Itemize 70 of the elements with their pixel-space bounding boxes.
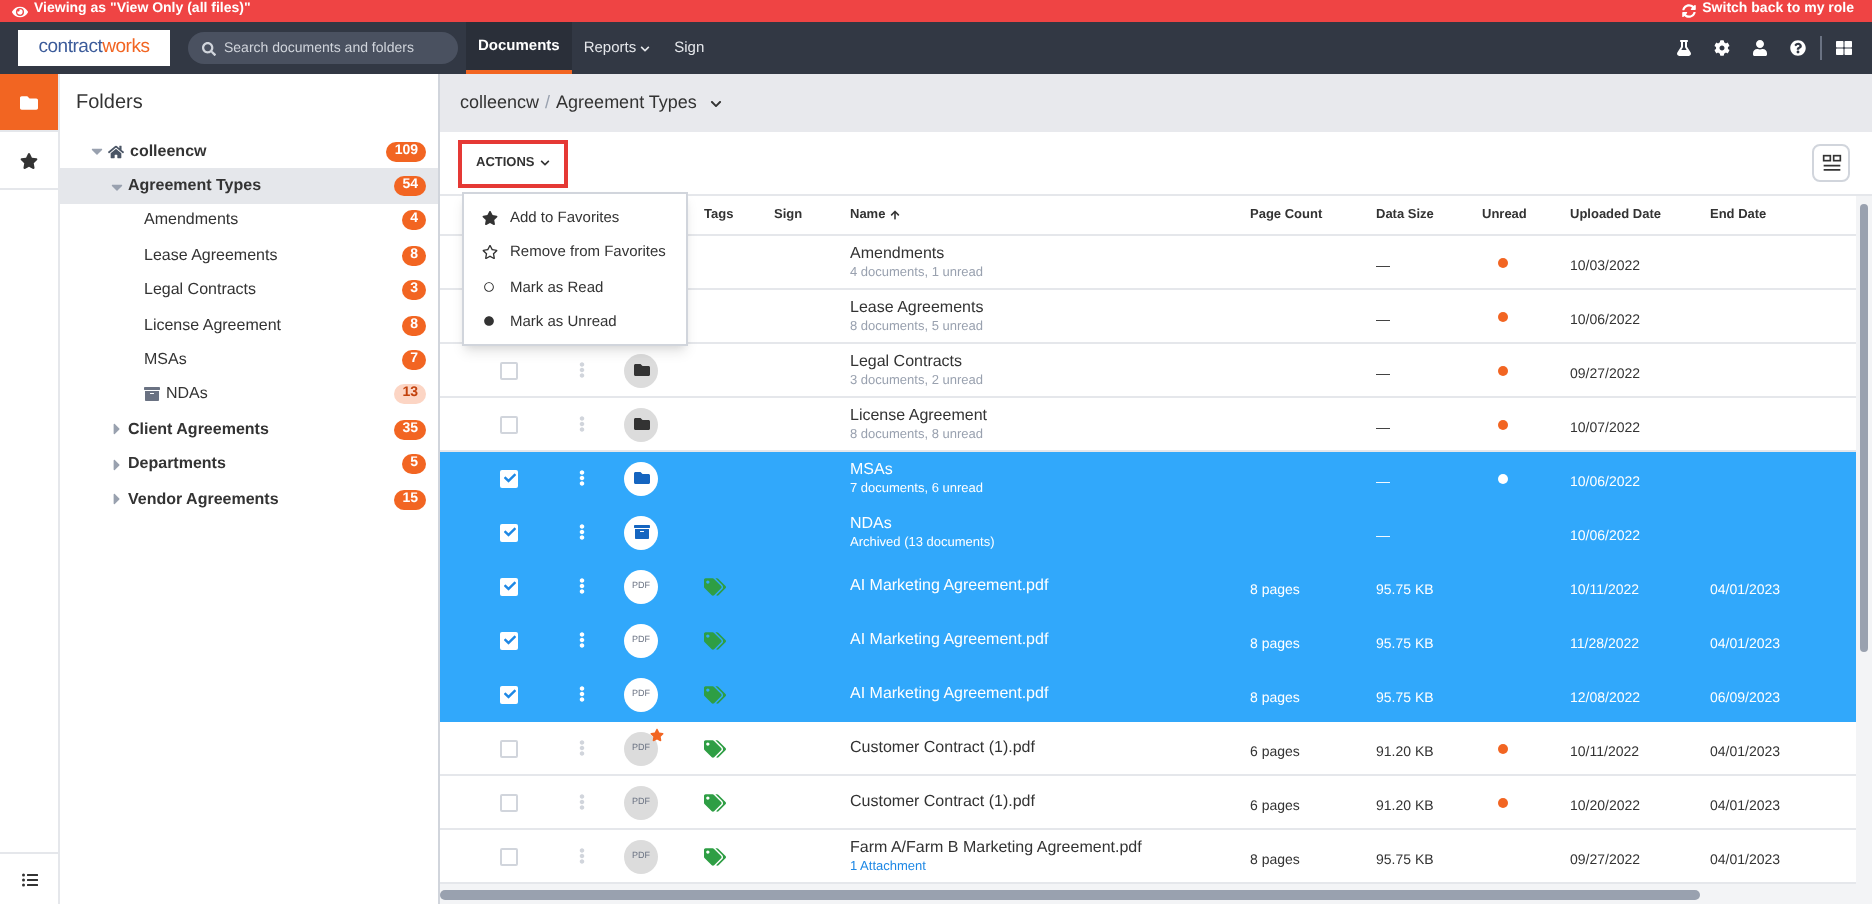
folder-name: Vendor Agreements	[128, 487, 279, 512]
settings-icon[interactable]	[1714, 40, 1730, 56]
folder-name: NDAs	[166, 382, 208, 407]
row-checkbox[interactable]	[500, 577, 518, 595]
row-checkbox[interactable]	[500, 793, 518, 811]
star-icon	[20, 151, 38, 169]
more-options-icon[interactable]	[574, 632, 590, 648]
breadcrumb-link[interactable]: Agreement Types	[556, 89, 697, 117]
folder-name: colleencw	[130, 139, 207, 164]
folder-name: Departments	[128, 452, 226, 477]
folder-name: Amendments	[144, 208, 239, 233]
more-options-icon[interactable]	[574, 362, 590, 378]
apps-grid-icon[interactable]	[1836, 40, 1852, 56]
user-icon[interactable]	[1752, 40, 1768, 56]
folder-icon	[624, 461, 658, 495]
flask-icon[interactable]	[1676, 40, 1692, 56]
layout-toggle-button[interactable]	[1812, 144, 1850, 182]
row-checkbox[interactable]	[500, 523, 518, 541]
more-options-icon[interactable]	[574, 686, 590, 702]
folder-icon	[624, 407, 658, 441]
breadcrumb-link[interactable]: colleencw	[460, 89, 540, 117]
panel-title: Folders	[76, 90, 143, 118]
folder-name: Agreement Types	[128, 174, 262, 199]
horizontal-scrollbar[interactable]	[440, 884, 1856, 904]
item-name[interactable]: Legal Contracts	[850, 351, 1240, 371]
circle-outline-icon	[484, 281, 494, 292]
more-options-icon[interactable]	[574, 470, 590, 486]
folder-name: Client Agreements	[128, 417, 269, 442]
more-options-icon[interactable]	[574, 848, 590, 864]
item-name[interactable]: Farm A/Farm B Marketing Agreement.pdf	[850, 837, 1240, 857]
archive-icon	[144, 386, 160, 403]
folder-name: Legal Contracts	[144, 278, 257, 303]
list-icon[interactable]	[21, 871, 37, 887]
folder-name: License Agreement	[144, 313, 281, 338]
item-name[interactable]: Lease Agreements	[850, 297, 1240, 317]
breadcrumb-separator: /	[545, 89, 551, 116]
search-icon	[202, 41, 216, 55]
archive-icon	[624, 515, 658, 549]
row-checkbox[interactable]	[500, 469, 518, 487]
chevron-down-icon[interactable]	[710, 97, 723, 109]
star-icon	[481, 209, 497, 226]
more-options-icon[interactable]	[574, 524, 590, 540]
chevron-down-icon	[540, 158, 551, 168]
eye-icon	[12, 3, 28, 19]
item-name[interactable]: Customer Contract (1).pdf	[850, 792, 1240, 812]
more-options-icon[interactable]	[574, 578, 590, 594]
row-checkbox[interactable]	[500, 739, 518, 757]
folder-icon	[20, 93, 38, 111]
home-icon	[108, 143, 124, 160]
row-checkbox[interactable]	[500, 361, 518, 379]
row-checkbox[interactable]	[500, 685, 518, 703]
vertical-scrollbar[interactable]	[1856, 196, 1872, 904]
chevron-down-icon	[640, 43, 651, 53]
item-name[interactable]: Amendments	[850, 243, 1240, 263]
layout-icon	[1821, 153, 1841, 173]
more-options-icon[interactable]	[574, 794, 590, 810]
row-checkbox[interactable]	[500, 631, 518, 649]
folder-name: MSAs	[144, 348, 187, 373]
star-outline-icon	[481, 243, 497, 260]
row-checkbox[interactable]	[500, 415, 518, 433]
item-name[interactable]: License Agreement	[850, 405, 1240, 425]
item-name[interactable]: Customer Contract (1).pdf	[850, 738, 1240, 758]
folder-icon	[624, 353, 658, 387]
folder-name: Lease Agreements	[144, 243, 278, 268]
more-options-icon[interactable]	[574, 740, 590, 756]
more-options-icon[interactable]	[574, 416, 590, 432]
help-icon[interactable]	[1790, 40, 1806, 56]
logo[interactable]: contractworks	[18, 30, 170, 66]
row-checkbox[interactable]	[500, 847, 518, 865]
sync-icon	[1682, 4, 1697, 18]
